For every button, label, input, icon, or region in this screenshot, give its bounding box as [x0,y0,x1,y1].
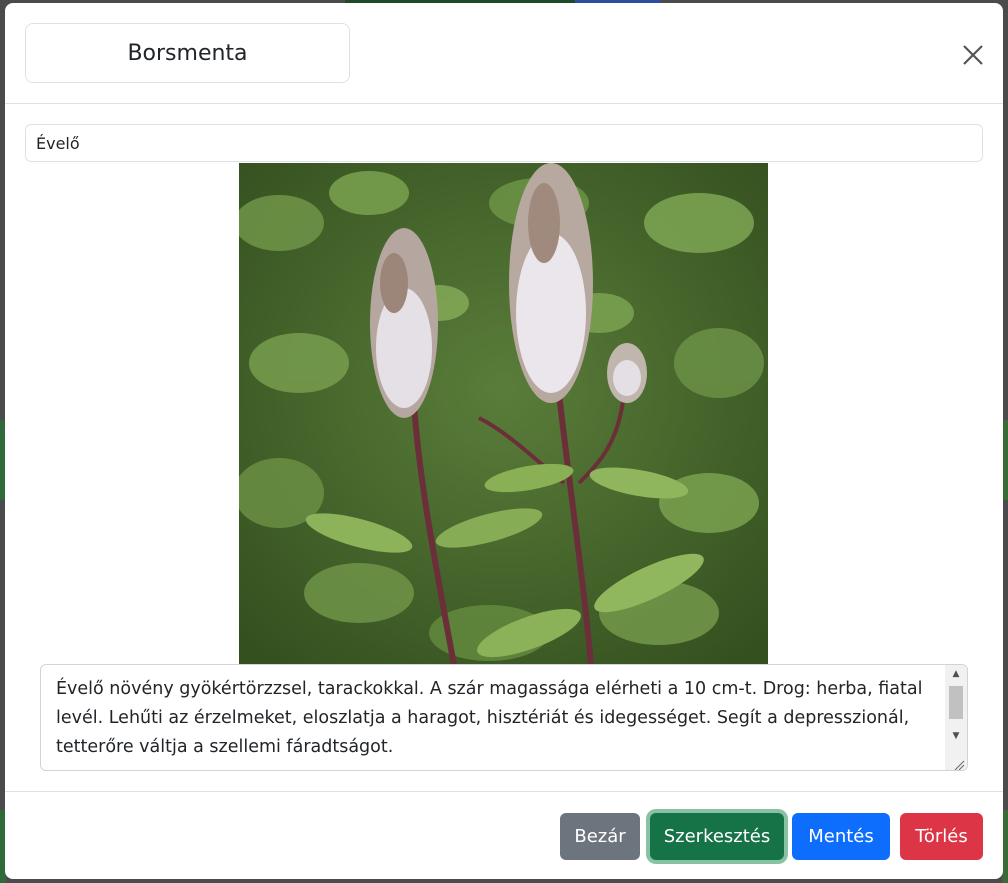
description-text: Évelő növény gyökértörzzsel, tarackokkal… [56,679,923,757]
plant-type-field[interactable]: Évelő [25,124,983,162]
scroll-thumb[interactable] [949,686,963,719]
description-textarea[interactable]: Évelő növény gyökértörzzsel, tarackokkal… [40,664,968,771]
scroll-down-icon[interactable]: ▼ [945,727,967,745]
save-button[interactable]: Mentés [792,813,890,860]
modal-header: Borsmenta [5,3,1003,104]
delete-button[interactable]: Törlés [900,813,983,860]
close-button[interactable]: Bezár [560,813,640,860]
plant-photo [239,163,768,665]
modal-footer: Bezár Szerkesztés Mentés Törlés [5,791,1003,879]
plant-name-field[interactable]: Borsmenta [25,23,350,83]
modal-body: Évelő Évelő növény gyökértörzzsel, tarac… [5,104,1003,791]
scroll-up-icon[interactable]: ▲ [945,665,967,683]
plant-detail-modal: Borsmenta Évelő Évelő növény gyökértörzz… [5,3,1003,879]
description-scrollbar[interactable]: ▲ ▼ [945,665,967,770]
resize-grip-icon[interactable] [953,756,965,770]
edit-button[interactable]: Szerkesztés [650,813,784,860]
close-icon[interactable] [955,37,991,73]
